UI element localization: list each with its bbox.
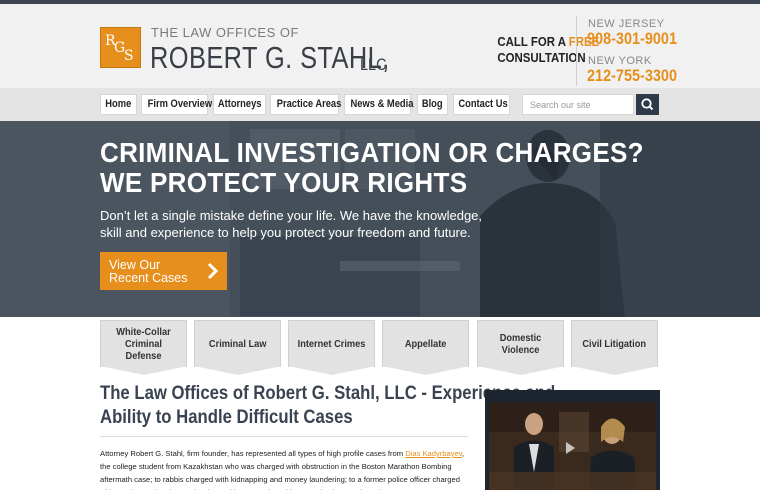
tab-domestic-violence[interactable]: Domestic Violence [477, 320, 564, 367]
tab-pointer [382, 366, 470, 375]
search-button[interactable] [636, 94, 659, 115]
content-title-line2: Ability to Handle Difficult Cases [100, 407, 353, 428]
hero-subtext: Don’t let a single mistake define your l… [100, 208, 483, 240]
nav-contact-us[interactable]: Contact Us [453, 94, 510, 115]
chevron-right-icon [207, 262, 219, 280]
ny-phone-number[interactable]: 212-755-3300 [587, 66, 677, 86]
tab-white-collar-criminal-defense[interactable]: White-Collar Criminal Defense [100, 320, 187, 367]
nav-news-media[interactable]: News & Media [344, 94, 413, 115]
search-icon [641, 98, 654, 111]
tab-internet-crimes[interactable]: Internet Crimes [288, 320, 375, 367]
rgs-logo[interactable]: R G S [100, 27, 141, 68]
consultation-callout: CALL FOR A FREE CONSULTATION [497, 34, 599, 66]
hero-headline-line1: CRIMINAL INVESTIGATION OR CHARGES? [100, 137, 644, 168]
tab-criminal-law[interactable]: Criminal Law [194, 320, 281, 367]
tab-pointer [100, 366, 188, 375]
hero-headline-line2: WE PROTECT YOUR RIGHTS [100, 167, 468, 198]
view-recent-cases-button[interactable]: View Our Recent Cases [100, 252, 227, 290]
firm-name[interactable]: ROBERT G. STAHL, [150, 40, 390, 76]
site-header: R G S THE LAW OFFICES OF ROBERT G. STAHL… [0, 4, 760, 88]
nav-firm-overview[interactable]: Firm Overview [141, 94, 212, 115]
tab-pointer [194, 366, 282, 375]
tab-pointer [477, 366, 565, 375]
tab-appellate[interactable]: Appellate [382, 320, 469, 367]
content-divider [100, 436, 468, 437]
content-title-line1: The Law Offices of Robert G. Stahl, LLC … [100, 383, 556, 404]
nav-home[interactable]: Home [100, 94, 137, 115]
dias-kadyrbayev-link[interactable]: Dias Kadyrbayev [405, 449, 462, 458]
main-nav: Home Firm Overview Attorneys Practice Ar… [0, 88, 760, 121]
nav-practice-areas[interactable]: Practice Areas [270, 94, 341, 115]
tab-civil-litigation[interactable]: Civil Litigation [571, 320, 658, 367]
body-text-part1: Attorney Robert G. Stahl, firm founder, … [100, 449, 404, 458]
logo-letter-s: S [124, 48, 134, 64]
nav-blog[interactable]: Blog [417, 94, 448, 115]
play-icon[interactable] [566, 442, 575, 454]
nj-phone-number[interactable]: 908-301-9001 [587, 29, 677, 49]
content-title: The Law Offices of Robert G. Stahl, LLC … [100, 382, 556, 430]
cta-consultation-text: CONSULTATION [497, 50, 586, 65]
search-input[interactable]: Search our site [522, 94, 634, 115]
tab-pointer [571, 366, 659, 375]
firm-suffix: LLC [360, 55, 387, 74]
header-divider [576, 16, 577, 86]
content-body: Attorney Robert G. Stahl, firm founder, … [100, 447, 470, 490]
tab-pointer [288, 366, 376, 375]
hero-banner: CRIMINAL INVESTIGATION OR CHARGES? WE PR… [0, 121, 760, 317]
firm-prefix: THE LAW OFFICES OF [151, 25, 299, 40]
cta-call-text: CALL FOR A [497, 34, 566, 49]
nav-attorneys[interactable]: Attorneys [213, 94, 266, 115]
